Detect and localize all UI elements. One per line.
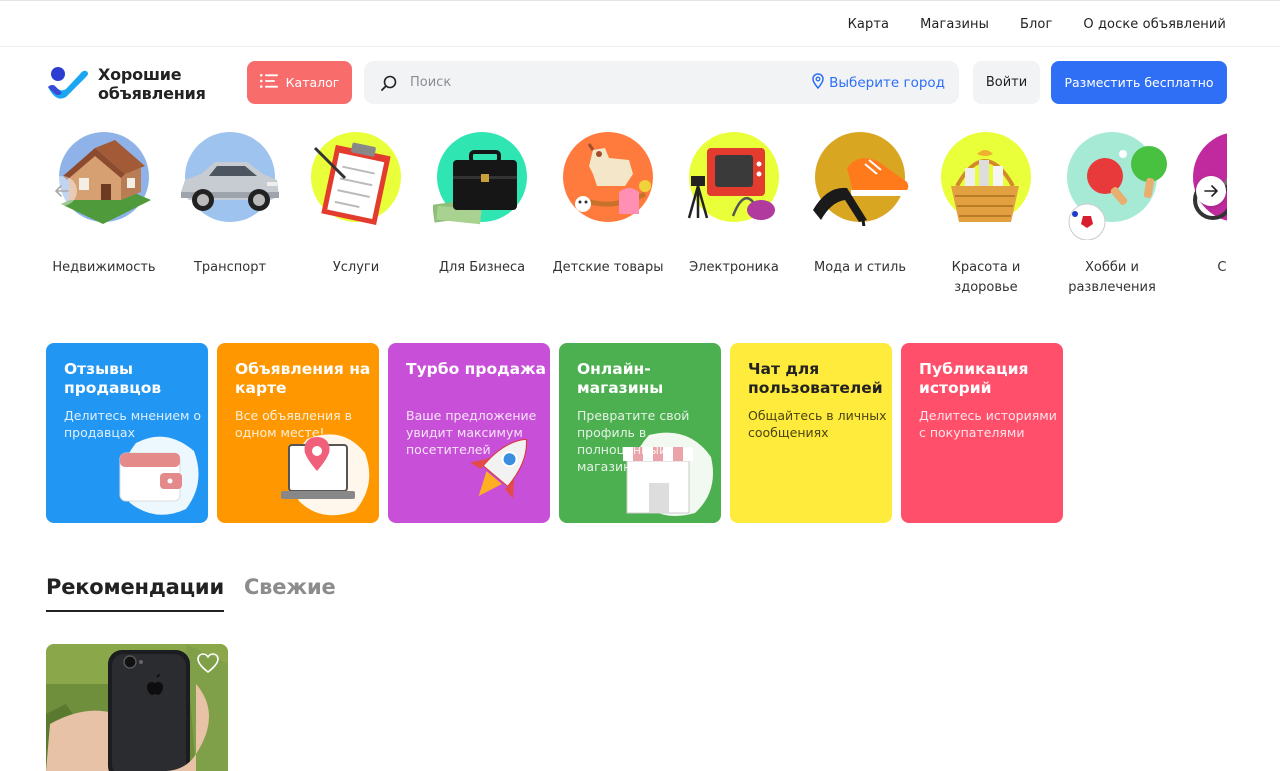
arrow-right-icon <box>1204 182 1218 201</box>
category-label: Красота и здоровье <box>951 260 1021 295</box>
search-input[interactable] <box>410 75 790 90</box>
logo-line-1: Хорошие <box>98 65 182 84</box>
post-ad-button[interactable]: Разместить бесплатно <box>1051 61 1227 104</box>
feature-card-shops[interactable]: Онлайн-магазины Превратите свой профиль … <box>559 343 721 523</box>
login-button[interactable]: Войти <box>973 61 1040 104</box>
logo-mark-icon <box>46 63 92 105</box>
nav-link-blog[interactable]: Блог <box>1020 17 1052 32</box>
category-fashion[interactable]: Мода и стиль <box>797 128 923 308</box>
category-label: Недвижимость <box>52 260 156 275</box>
feature-desc: Ваше предложение увидит максимум посетит… <box>406 408 537 457</box>
category-label: Спорт <box>1217 260 1227 275</box>
feature-desc: Превратите свой профиль в полноценный ма… <box>577 408 690 474</box>
tab-recommendations[interactable]: Рекомендации <box>46 575 224 612</box>
search-icon <box>380 74 398 92</box>
list-icon <box>259 74 278 91</box>
tv-icon <box>685 130 781 226</box>
category-label: Транспорт <box>193 260 267 275</box>
category-label: Мода и стиль <box>814 260 906 275</box>
city-selector[interactable]: Выберите город <box>812 61 945 104</box>
gift-basket-icon <box>937 130 1033 226</box>
feature-title: Турбо продажа <box>406 360 546 378</box>
site-logo[interactable]: Хорошие объявления <box>46 61 226 107</box>
feature-card-chat[interactable]: Чат для пользователей Общайтесь в личных… <box>730 343 892 523</box>
top-nav: Карта Магазины Блог О доске объявлений <box>848 1 1226 47</box>
feature-title: Отзывы продавцов <box>64 360 162 397</box>
logo-line-2: объявления <box>98 84 206 103</box>
feature-desc: Делитесь историями с покупателями <box>919 408 1057 440</box>
category-label: Хобби и развлечения <box>1068 260 1156 295</box>
category-real-estate[interactable]: Недвижимость <box>41 128 167 308</box>
header: Хорошие объявления Каталог Поиск Выберит… <box>0 47 1280 123</box>
nav-link-shops[interactable]: Магазины <box>920 17 989 32</box>
logo-text: Хорошие объявления <box>98 65 206 103</box>
city-label: Выберите город <box>829 74 945 91</box>
category-services[interactable]: Услуги <box>293 128 419 308</box>
car-icon <box>181 130 279 226</box>
location-pin-icon <box>812 72 824 93</box>
favorite-heart-icon[interactable] <box>196 652 220 674</box>
catalog-label: Каталог <box>285 75 340 90</box>
feature-card-map[interactable]: Объявления на карте Все объявления в одн… <box>217 343 379 523</box>
search-bar: Выберите город <box>364 61 959 104</box>
briefcase-icon <box>433 130 529 226</box>
feature-title: Объявления на карте <box>235 360 371 397</box>
category-label: Услуги <box>332 260 380 275</box>
category-kids[interactable]: Детские товары <box>545 128 671 308</box>
carousel-next-button[interactable] <box>1196 176 1226 206</box>
feature-desc: Делитесь мнением о продавцах <box>64 408 202 440</box>
rocking-horse-icon <box>559 130 655 226</box>
tab-fresh[interactable]: Свежие <box>244 575 336 612</box>
category-beauty[interactable]: Красота и здоровье <box>923 128 1049 308</box>
listing-card[interactable] <box>46 644 228 771</box>
catalog-button[interactable]: Каталог <box>247 61 352 104</box>
category-hobby[interactable]: Хобби и развлечения <box>1049 128 1175 308</box>
carousel-prev-button[interactable] <box>47 176 77 206</box>
category-carousel: Недвижимость Транспорт Услуги Для Бизнес… <box>41 128 1227 308</box>
feature-card-turbo[interactable]: Турбо продажа Ваше предложение увидит ма… <box>388 343 550 523</box>
feature-desc: Общайтесь в личных сообщениях <box>748 408 887 440</box>
feature-card-reviews[interactable]: Отзывы продавцов Делитесь мнением о прод… <box>46 343 208 523</box>
ping-pong-icon <box>1063 130 1167 240</box>
feed-tabs: Рекомендации Свежие <box>46 575 336 615</box>
category-business[interactable]: Для Бизнеса <box>419 128 545 308</box>
feature-desc: Все объявления в одном месте! <box>235 408 353 440</box>
nav-link-about[interactable]: О доске объявлений <box>1083 17 1226 32</box>
top-bar: Карта Магазины Блог О доске объявлений <box>0 0 1280 47</box>
category-label: Для Бизнеса <box>438 260 526 275</box>
shoes-icon <box>811 130 909 226</box>
category-label: Детские товары <box>552 260 664 275</box>
clipboard-icon <box>307 130 403 226</box>
feature-title: Онлайн-магазины <box>577 360 664 397</box>
feature-card-stories[interactable]: Публикация историй Делитесь историями с … <box>901 343 1063 523</box>
feature-title: Чат для пользователей <box>748 360 883 397</box>
arrow-left-icon <box>55 182 69 201</box>
category-transport[interactable]: Транспорт <box>167 128 293 308</box>
category-sport[interactable]: Спорт <box>1175 128 1227 308</box>
nav-link-map[interactable]: Карта <box>848 17 890 32</box>
category-electronics[interactable]: Электроника <box>671 128 797 308</box>
category-label: Электроника <box>689 260 779 275</box>
feature-title: Публикация историй <box>919 360 1029 397</box>
